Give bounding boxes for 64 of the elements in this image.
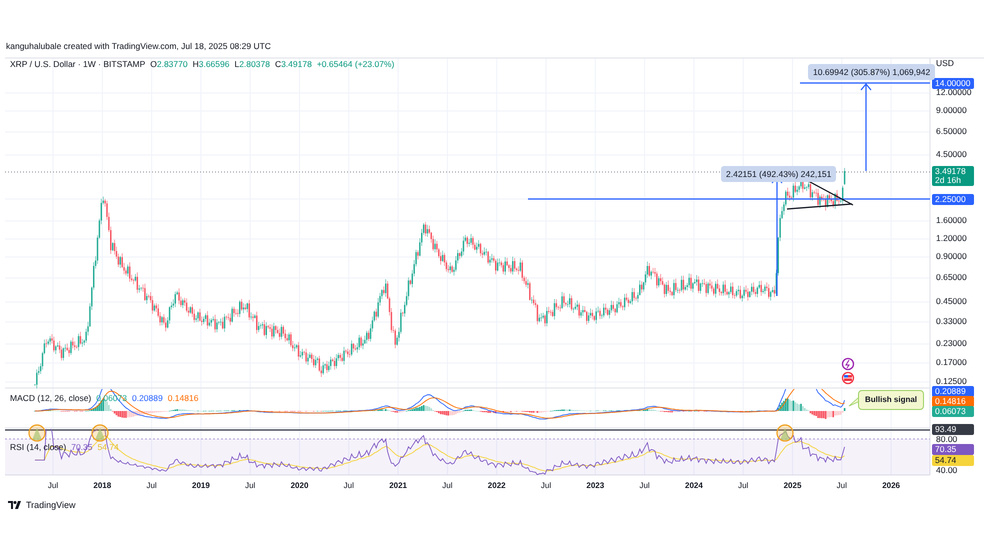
indicator-value: 0.14816 <box>168 393 198 403</box>
macd-tag: 0.20889 <box>932 386 974 397</box>
price-tag: 2.25000 <box>932 194 974 205</box>
ohlc-value: H3.66596 <box>192 59 230 69</box>
price-label: 12.00000 <box>936 88 972 97</box>
year-label: 2025 <box>784 481 802 491</box>
rsi-label: 80.00 <box>936 435 958 444</box>
callout-pointer <box>848 398 858 406</box>
ohlc-value: C3.49178 <box>274 59 312 69</box>
year-label: 2026 <box>882 481 900 491</box>
indicator-value: 0.20889 <box>132 393 163 403</box>
price-label: 0.65000 <box>936 273 967 282</box>
year-label: 2021 <box>389 481 407 491</box>
macd-tag: 0.14816 <box>932 396 974 407</box>
year-label: 2024 <box>685 481 703 491</box>
highlight-circle <box>91 424 109 442</box>
signal-callout: Bullish signal <box>858 390 924 410</box>
measure-label: 2.42151 (492.43%) 242,151 <box>721 166 836 182</box>
price-label: 0.12500 <box>936 377 967 386</box>
price-tag: 14.00000 <box>932 78 974 89</box>
price-label: 9.00000 <box>936 106 967 115</box>
month-label: Jul <box>146 481 157 491</box>
price-label: 4.50000 <box>936 150 967 159</box>
rsi-tag: 54.74 <box>932 455 974 466</box>
month-label: Jul <box>344 481 354 491</box>
price-tag: 3.49178 2d 16h <box>932 166 974 186</box>
brand-name: TradingView <box>26 500 76 510</box>
indicator-title: MACD (12, 26, close) <box>10 393 92 403</box>
macd-tag: 0.06073 <box>932 406 974 417</box>
month-label: Jul <box>639 481 650 491</box>
year-label: 2020 <box>290 481 308 491</box>
measure-label: 10.69942 (305.87%) 1,069,942 <box>808 64 936 80</box>
rsi-tag: 70.35 <box>932 444 974 455</box>
month-label: Jul <box>48 481 58 491</box>
month-label: Jul <box>540 481 552 491</box>
price-label: 0.45000 <box>936 297 967 306</box>
symbol-title: XRP / U.S. Dollar · 1W · BITSTAMP <box>10 59 146 69</box>
month-label: Jul <box>738 481 748 491</box>
year-label: 2022 <box>488 481 506 491</box>
lightning-icon[interactable] <box>842 358 854 370</box>
highlight-circle <box>28 424 46 442</box>
attribution-text: kanguhalubale created with TradingView.com, Jul 18, 2025 08:29 UTC <box>6 41 271 51</box>
flag-icon[interactable] <box>842 372 854 384</box>
month-label: Jul <box>245 481 256 491</box>
price-label: 1.60000 <box>936 216 967 225</box>
rsi-label: 40.00 <box>936 466 958 475</box>
currency-label: USD <box>936 59 954 68</box>
highlight-circle <box>776 424 794 442</box>
year-label: 2018 <box>93 481 112 491</box>
month-label: Jul <box>836 481 847 491</box>
ohlc-value: L2.80378 <box>234 59 270 69</box>
price-label: 0.17000 <box>936 358 967 367</box>
logo-icon <box>8 501 22 509</box>
rsi-tag: 93.49 <box>932 424 974 435</box>
price-label: 6.50000 <box>936 127 967 136</box>
price-change: +0.65464 (+23.07%) <box>316 59 394 69</box>
price-label: 0.90000 <box>936 252 967 261</box>
ohlc-value: O2.83770 <box>150 59 188 69</box>
price-label: 0.23000 <box>936 339 967 348</box>
year-label: 2019 <box>192 481 210 491</box>
month-label: Jul <box>442 481 452 491</box>
price-label: 1.20000 <box>936 234 967 243</box>
price-label: 0.33000 <box>936 317 967 326</box>
year-label: 2023 <box>586 481 604 491</box>
